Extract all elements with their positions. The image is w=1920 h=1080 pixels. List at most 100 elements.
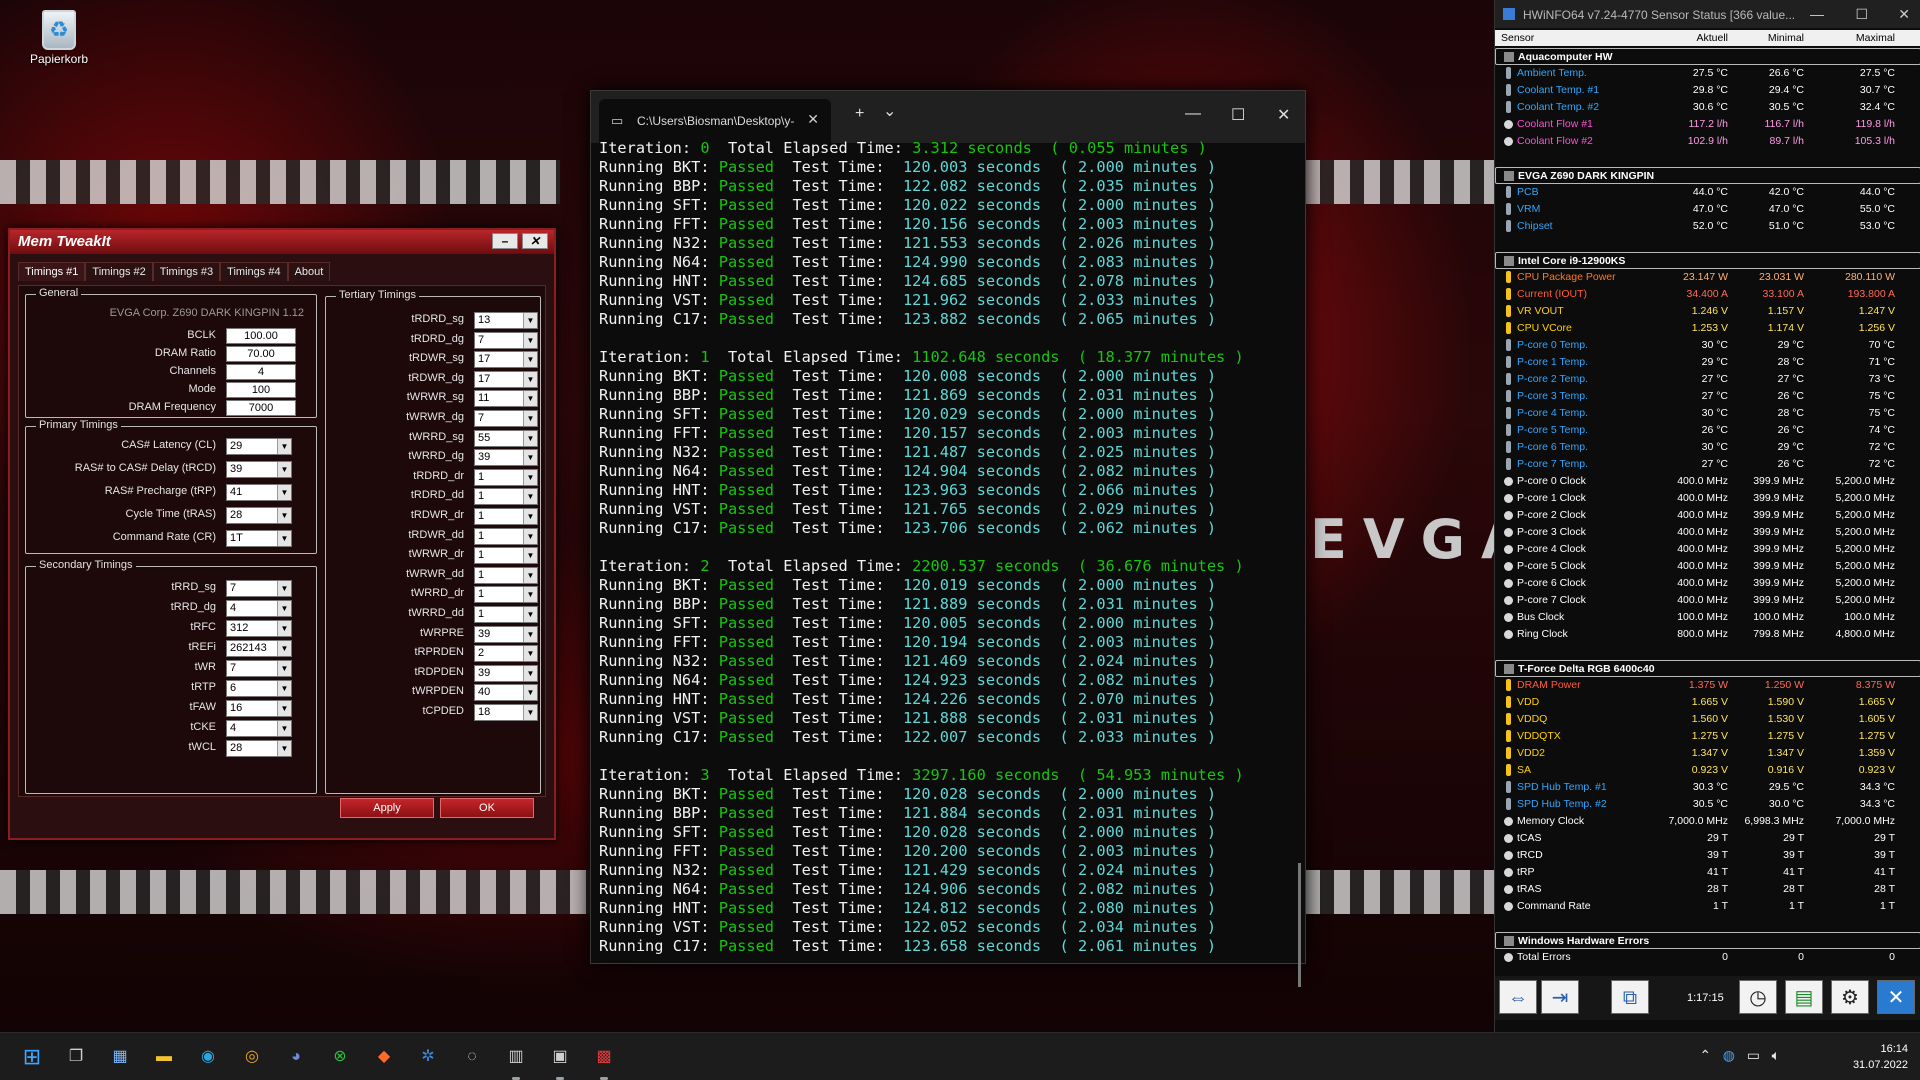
dropdown-arrow-icon[interactable]: ▼ <box>523 391 537 407</box>
tertiary-value-combo[interactable]: 1 ▼ <box>474 566 538 584</box>
memtweakit-taskbar-icon[interactable]: ▩ <box>590 1043 618 1071</box>
tab-about[interactable]: About <box>287 262 331 281</box>
sensor-row[interactable]: Current (IOUT) 34.400 A 33.100 A 193.800 A <box>1495 286 1920 303</box>
settings-gear-icon[interactable]: ⚙ <box>1831 980 1869 1014</box>
col-sensor[interactable]: Sensor <box>1501 32 1534 44</box>
dropdown-arrow-icon[interactable]: ▼ <box>523 411 537 426</box>
dropdown-arrow-icon[interactable]: ▼ <box>277 581 291 596</box>
terminal-minimize-button[interactable]: — <box>1185 105 1201 123</box>
file-explorer-icon[interactable]: ▬ <box>150 1043 178 1071</box>
dropdown-arrow-icon[interactable]: ▼ <box>277 681 291 696</box>
terminal-output[interactable]: Iteration: 0 Total Elapsed Time: 3.312 s… <box>599 139 1285 959</box>
secondary-value-combo[interactable]: 7 ▼ <box>226 580 292 597</box>
dropdown-arrow-icon[interactable]: ▼ <box>523 450 537 466</box>
volume-icon[interactable]: 🔈︎ <box>1772 1047 1780 1063</box>
dropdown-arrow-icon[interactable]: ▼ <box>523 352 537 368</box>
dropdown-arrow-icon[interactable]: ▼ <box>523 646 537 662</box>
dropdown-arrow-icon[interactable]: ▼ <box>523 665 537 681</box>
sensor-group-header[interactable]: Aquacomputer HW <box>1495 48 1920 65</box>
dropdown-arrow-icon[interactable]: ▼ <box>523 430 537 446</box>
logging-icon[interactable]: ▤ <box>1785 980 1823 1014</box>
tertiary-value-combo[interactable]: 7 ▼ <box>474 331 538 349</box>
sensor-row[interactable]: VDD 1.665 V 1.590 V 1.665 V <box>1495 694 1920 711</box>
dropdown-arrow-icon[interactable]: ▼ <box>523 705 537 720</box>
dropdown-arrow-icon[interactable]: ▼ <box>277 439 291 454</box>
chrome-browser-icon[interactable]: ◎ <box>238 1043 266 1071</box>
terminal-close-button[interactable]: ✕ <box>1277 105 1290 125</box>
primary-value-combo[interactable]: 28 ▼ <box>226 507 292 524</box>
tab-timings-3[interactable]: Timings #3 <box>152 262 221 281</box>
dropdown-arrow-icon[interactable]: ▼ <box>277 621 291 636</box>
sensor-group-header[interactable]: T-Force Delta RGB 6400c40 <box>1495 660 1920 677</box>
tab-dropdown-button[interactable]: ⌄ <box>883 101 896 121</box>
terminal-scrollbar[interactable] <box>1298 863 1301 987</box>
secondary-value-combo[interactable]: 312 ▼ <box>226 620 292 637</box>
xbox-icon[interactable]: ⊗ <box>326 1043 354 1071</box>
dropdown-arrow-icon[interactable]: ▼ <box>277 741 291 756</box>
col-minimum[interactable]: Minimal <box>1768 32 1804 44</box>
close-icon[interactable]: ✕ <box>1877 980 1915 1014</box>
sensor-row[interactable]: P-core 0 Clock 400.0 MHz 399.9 MHz 5,200.0 … <box>1495 473 1920 490</box>
apply-button[interactable]: Apply <box>340 798 434 818</box>
sensor-row[interactable]: SA 0.923 V 0.916 V 0.923 V <box>1495 762 1920 779</box>
sensor-row[interactable]: P-core 3 Temp. 27 °C 26 °C 75 °C <box>1495 388 1920 405</box>
secondary-value-combo[interactable]: 262143 ▼ <box>226 640 292 657</box>
sensor-group-header[interactable]: EVGA Z690 DARK KINGPIN <box>1495 167 1920 184</box>
sensor-row[interactable]: Total Errors 0 0 0 <box>1495 949 1920 966</box>
tertiary-value-combo[interactable]: 1 ▼ <box>474 508 538 525</box>
sensor-row[interactable]: P-core 4 Temp. 30 °C 28 °C 75 °C <box>1495 405 1920 422</box>
task-view-icon[interactable]: ❐ <box>62 1043 90 1071</box>
sensor-row[interactable]: Ring Clock 800.0 MHz 799.8 MHz 4,800.0 MHz <box>1495 626 1920 643</box>
secondary-value-combo[interactable]: 6 ▼ <box>226 680 292 697</box>
taskbar-clock[interactable]: 16:14 31.07.2022 <box>1853 1041 1908 1073</box>
sensor-row[interactable]: VR VOUT 1.246 V 1.157 V 1.247 V <box>1495 303 1920 320</box>
dropdown-arrow-icon[interactable]: ▼ <box>523 567 537 583</box>
sensor-row[interactable]: tRP 41 T 41 T 41 T <box>1495 864 1920 881</box>
tertiary-value-combo[interactable]: 13 ▼ <box>474 312 538 329</box>
dropdown-arrow-icon[interactable]: ▼ <box>523 332 537 348</box>
dropdown-arrow-icon[interactable]: ▼ <box>277 531 291 546</box>
primary-value-combo[interactable]: 39 ▼ <box>226 461 292 478</box>
tertiary-value-combo[interactable]: 1 ▼ <box>474 547 538 565</box>
sensor-row[interactable]: Chipset 52.0 °C 51.0 °C 53.0 °C <box>1495 218 1920 235</box>
dropdown-arrow-icon[interactable]: ▼ <box>277 601 291 616</box>
discord-icon[interactable]: ◕ <box>282 1043 310 1071</box>
tertiary-value-combo[interactable]: 39 ▼ <box>474 625 538 643</box>
sensor-row[interactable]: P-core 7 Clock 400.0 MHz 399.9 MHz 5,200.0 … <box>1495 592 1920 609</box>
sensor-row[interactable]: Coolant Temp. #1 29.8 °C 29.4 °C 30.7 °C <box>1495 82 1920 99</box>
terminal-maximize-button[interactable]: ☐ <box>1231 105 1245 125</box>
sensor-row[interactable]: P-core 7 Temp. 27 °C 26 °C 72 °C <box>1495 456 1920 473</box>
sensor-row[interactable]: VRM 47.0 °C 47.0 °C 55.0 °C <box>1495 201 1920 218</box>
dropdown-arrow-icon[interactable]: ▼ <box>523 607 537 622</box>
secondary-value-combo[interactable]: 28 ▼ <box>226 740 292 757</box>
sensor-row[interactable]: SPD Hub Temp. #1 30.3 °C 29.5 °C 34.3 °C <box>1495 779 1920 796</box>
bluetooth-app-icon[interactable]: ✲ <box>414 1043 442 1071</box>
tertiary-value-combo[interactable]: 1 ▼ <box>474 488 538 506</box>
sensor-row[interactable]: SPD Hub Temp. #2 30.5 °C 30.0 °C 34.3 °C <box>1495 796 1920 813</box>
col-current[interactable]: Aktuell <box>1696 32 1728 44</box>
tray-chevron-up-icon[interactable]: ⌃ <box>1699 1047 1711 1063</box>
sensor-row[interactable]: P-core 6 Clock 400.0 MHz 399.9 MHz 5,200.0 … <box>1495 575 1920 592</box>
dropdown-arrow-icon[interactable]: ▼ <box>277 508 291 523</box>
dropdown-arrow-icon[interactable]: ▼ <box>523 313 537 328</box>
hwinfo-close-button[interactable]: ✕ <box>1898 6 1910 23</box>
recycle-bin-desktop-icon[interactable]: ♻ Papierkorb <box>26 6 92 66</box>
dropdown-arrow-icon[interactable]: ▼ <box>523 528 537 544</box>
network-icon[interactable]: ⧉ <box>1611 980 1649 1014</box>
tertiary-value-combo[interactable]: 17 ▼ <box>474 370 538 388</box>
sensor-row[interactable]: P-core 1 Temp. 29 °C 28 °C 71 °C <box>1495 354 1920 371</box>
dropdown-arrow-icon[interactable]: ▼ <box>277 485 291 500</box>
hwinfo-maximize-button[interactable]: ☐ <box>1855 6 1868 23</box>
sensor-row[interactable]: VDDQTX 1.275 V 1.275 V 1.275 V <box>1495 728 1920 745</box>
network-status-icon[interactable]: ▭ <box>1747 1047 1760 1063</box>
dropdown-arrow-icon[interactable]: ▼ <box>277 721 291 736</box>
terminal-titlebar[interactable]: ▭ C:\Users\Biosman\Desktop\y- ✕ + ⌄ — ☐ … <box>591 91 1305 143</box>
dropdown-arrow-icon[interactable]: ▼ <box>277 661 291 676</box>
sensor-row[interactable]: P-core 5 Clock 400.0 MHz 399.9 MHz 5,200.0 … <box>1495 558 1920 575</box>
sensor-group-header[interactable]: Windows Hardware Errors <box>1495 932 1920 949</box>
dropdown-arrow-icon[interactable]: ▼ <box>523 548 537 564</box>
dropdown-arrow-icon[interactable]: ▼ <box>523 509 537 524</box>
primary-value-combo[interactable]: 29 ▼ <box>226 438 292 455</box>
edge-browser-icon[interactable]: ◉ <box>194 1043 222 1071</box>
dropdown-arrow-icon[interactable]: ▼ <box>523 469 537 485</box>
